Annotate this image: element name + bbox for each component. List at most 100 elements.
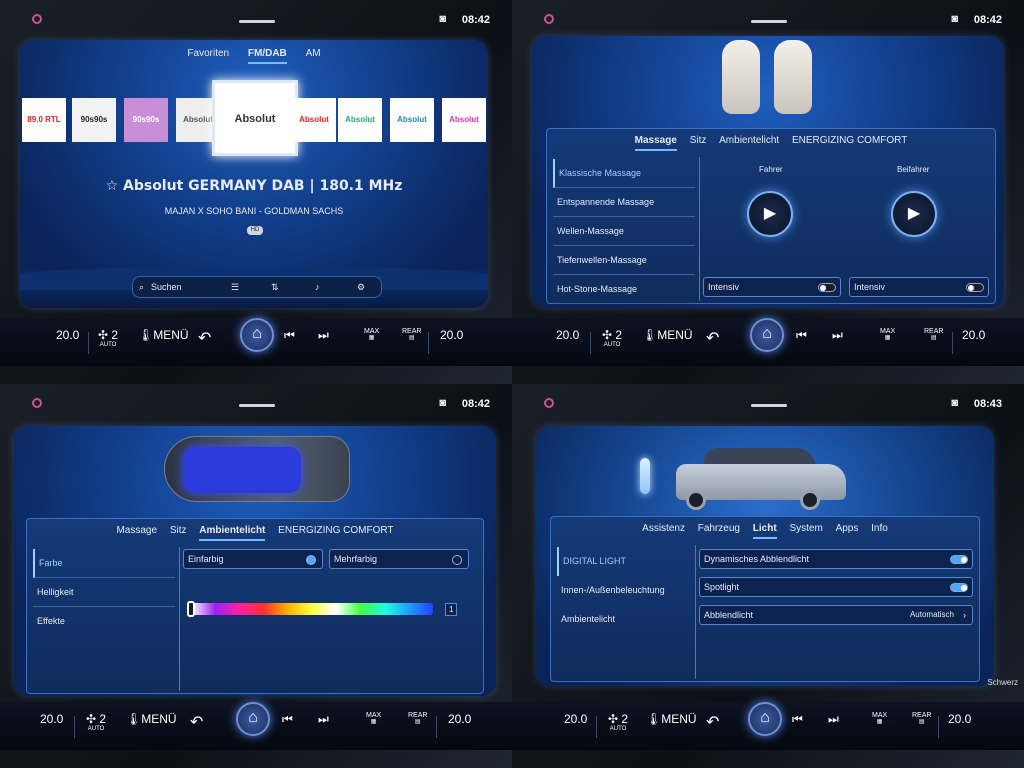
tab-fahrzeug[interactable]: Fahrzeug [698, 523, 740, 537]
intensity-toggle[interactable] [966, 283, 984, 292]
tab-am[interactable]: AM [306, 48, 321, 62]
search-button[interactable]: Suchen [151, 282, 182, 292]
search-icon[interactable]: ⌕ [139, 282, 144, 293]
list-item[interactable]: Innen-/Außenbeleuchtung [557, 576, 691, 605]
max-defrost-button[interactable]: MAX ▦ [364, 328, 379, 342]
max-defrost-button[interactable]: MAX ▦ [366, 712, 381, 726]
station-tile[interactable]: Absolut HOT [292, 98, 336, 142]
home-button[interactable]: ⌂ [748, 702, 782, 736]
rear-defrost-button[interactable]: REAR ▤ [408, 712, 427, 726]
list-item[interactable]: Tiefenwellen-Massage [553, 246, 695, 275]
station-tile[interactable]: Absolut Oldie [338, 98, 382, 142]
mic-icon[interactable] [544, 398, 554, 408]
camera-icon[interactable]: ◙ [951, 397, 958, 409]
passenger-intensity-field[interactable]: Intensiv [849, 277, 989, 297]
lowbeam-setting[interactable]: Abblendlicht Automatisch › [699, 605, 973, 625]
station-tile[interactable]: 90s90s [72, 98, 116, 142]
driver-intensity-field[interactable]: Intensiv [703, 277, 841, 297]
back-icon[interactable]: ↶ [190, 712, 203, 732]
climate-menu-button[interactable]: 🌡︎MENÜ [126, 712, 177, 726]
handle-dash[interactable] [239, 404, 275, 407]
list-item[interactable]: Klassische Massage [553, 159, 695, 188]
tab-assistenz[interactable]: Assistenz [642, 523, 685, 537]
max-defrost-button[interactable]: MAX ▦ [880, 328, 895, 342]
tab-sitz[interactable]: Sitz [690, 135, 707, 149]
temp-right[interactable]: 20.0 [948, 712, 971, 726]
tab-massage[interactable]: Massage [634, 135, 677, 151]
climate-menu-button[interactable]: 🌡︎MENÜ [642, 328, 693, 342]
tab-ambientelicht[interactable]: Ambientelicht [719, 135, 779, 149]
tab-massage[interactable]: Massage [116, 525, 157, 539]
temp-right[interactable]: 20.0 [962, 328, 985, 342]
list-item[interactable]: Effekte [33, 607, 175, 636]
tab-fmdab[interactable]: FM/DAB [247, 48, 287, 64]
fan-control[interactable]: ✣ 2 AUTO [608, 712, 628, 733]
tab-info[interactable]: Info [871, 523, 888, 537]
mic-icon[interactable] [32, 14, 42, 24]
station-tile-selected[interactable]: Absolut Germany [212, 80, 298, 156]
toggle-switch[interactable] [950, 555, 968, 564]
next-icon[interactable]: ⏭ [318, 712, 329, 727]
mic-icon[interactable] [544, 14, 554, 24]
rear-defrost-button[interactable]: REAR ▤ [912, 712, 931, 726]
previous-icon[interactable]: ⏮ [282, 712, 293, 727]
rear-defrost-button[interactable]: REAR ▤ [402, 328, 421, 342]
home-button[interactable]: ⌂ [236, 702, 270, 736]
temp-right[interactable]: 20.0 [440, 328, 463, 342]
handle-dash[interactable] [751, 404, 787, 407]
driver-play-button[interactable]: ▶ [747, 191, 793, 237]
handle-dash[interactable] [239, 20, 275, 23]
next-icon[interactable]: ⏭ [832, 328, 843, 343]
home-button[interactable]: ⌂ [750, 318, 784, 352]
temp-left[interactable]: 20.0 [40, 712, 63, 726]
tab-system[interactable]: System [789, 523, 822, 537]
passenger-play-button[interactable]: ▶ [891, 191, 937, 237]
handle-dash[interactable] [751, 20, 787, 23]
intensity-toggle[interactable] [818, 283, 836, 292]
tune-icon[interactable]: ⇅ [271, 282, 279, 293]
back-icon[interactable]: ↶ [706, 712, 719, 732]
station-tile[interactable]: Absolut relax [390, 98, 434, 142]
list-item[interactable]: Entspannende Massage [553, 188, 695, 217]
previous-icon[interactable]: ⏮ [792, 712, 803, 727]
temp-left[interactable]: 20.0 [56, 328, 79, 342]
back-icon[interactable]: ↶ [706, 328, 719, 348]
station-tile[interactable]: 90s90s [124, 98, 168, 142]
fan-control[interactable]: ✣ 2 AUTO [86, 712, 106, 733]
slider-handle[interactable] [187, 601, 195, 617]
list-item[interactable]: DIGITAL LIGHT [557, 547, 691, 576]
spotlight-setting[interactable]: Spotlight [699, 577, 973, 597]
climate-menu-button[interactable]: 🌡︎MENÜ [646, 712, 697, 726]
fan-control[interactable]: ✣ 2 AUTO [602, 328, 622, 349]
list-item[interactable]: Hot-Stone-Massage [553, 275, 695, 304]
settings-icon[interactable]: ⚙ [357, 282, 365, 293]
previous-icon[interactable]: ⏮ [284, 328, 295, 343]
color-spectrum-slider[interactable] [191, 603, 433, 615]
station-tile[interactable]: Absolut TOP [442, 98, 486, 142]
camera-icon[interactable]: ◙ [439, 397, 446, 409]
previous-icon[interactable]: ⏮ [796, 328, 807, 343]
toggle-switch[interactable] [950, 583, 968, 592]
back-icon[interactable]: ↶ [198, 328, 211, 348]
temp-right[interactable]: 20.0 [448, 712, 471, 726]
list-item[interactable]: Ambientelicht [557, 605, 691, 634]
station-tile[interactable]: 89.0 RTL [22, 98, 66, 142]
list-item[interactable]: Helligkeit [33, 578, 175, 607]
climate-menu-button[interactable]: 🌡︎MENÜ [138, 328, 189, 342]
next-icon[interactable]: ⏭ [828, 712, 839, 727]
temp-left[interactable]: 20.0 [564, 712, 587, 726]
fan-control[interactable]: ✣ 2 AUTO [98, 328, 118, 349]
tab-favoriten[interactable]: Favoriten [187, 48, 229, 62]
tab-licht[interactable]: Licht [752, 523, 777, 539]
list-icon[interactable]: ☰ [231, 282, 239, 293]
home-button[interactable]: ⌂ [240, 318, 274, 352]
temp-left[interactable]: 20.0 [556, 328, 579, 342]
dynamic-lowbeam-setting[interactable]: Dynamisches Abblendlicht [699, 549, 973, 569]
music-icon[interactable]: ♪ [315, 282, 320, 292]
mic-icon[interactable] [32, 398, 42, 408]
max-defrost-button[interactable]: MAX ▦ [872, 712, 887, 726]
next-icon[interactable]: ⏭ [318, 328, 329, 343]
camera-icon[interactable]: ◙ [439, 13, 446, 25]
rear-defrost-button[interactable]: REAR ▤ [924, 328, 943, 342]
camera-icon[interactable]: ◙ [951, 13, 958, 25]
